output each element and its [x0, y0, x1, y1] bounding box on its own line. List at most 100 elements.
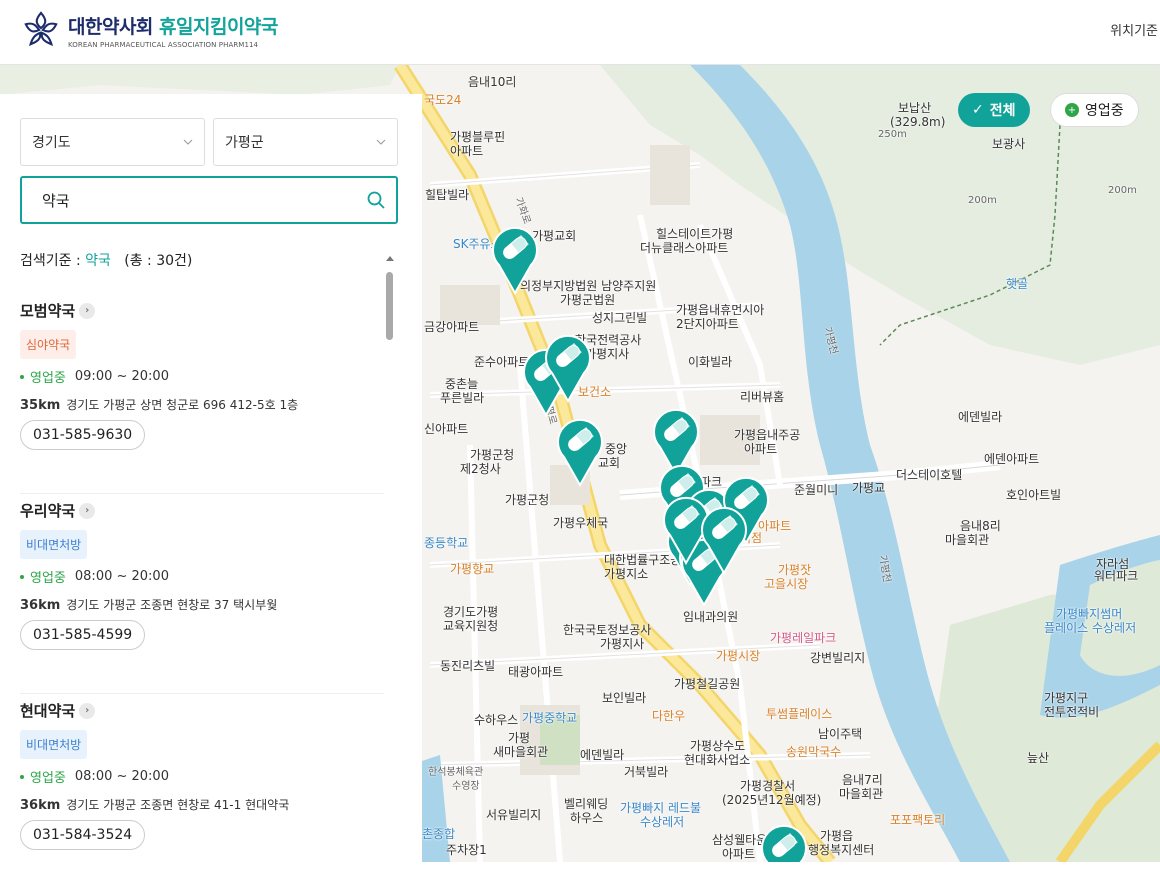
scroll-up-icon[interactable]	[386, 256, 394, 261]
business-hours: 영업중 08:00 ~ 20:00	[20, 767, 169, 786]
open-dot-icon	[20, 574, 24, 579]
distance: 35km	[20, 398, 61, 413]
map-label: 고을시장	[764, 577, 809, 591]
map-label: 가평시장	[716, 649, 761, 663]
list-item[interactable]: 현대약국 › 비대면처방 영업중 08:00 ~ 20:00 36km 경기도 가…	[20, 694, 384, 894]
map-label: 에덴빌라	[958, 410, 1003, 424]
pharmacy-pin-icon[interactable]	[544, 333, 592, 403]
map-label: 한국국토정보공사	[563, 623, 652, 637]
scroll-thumb[interactable]	[386, 272, 393, 340]
map-label: 마을회관	[839, 787, 884, 801]
map-label: 푸른빌라	[440, 391, 485, 405]
map-label: 중앙	[605, 442, 628, 456]
province-select[interactable]: 경기도	[20, 118, 205, 166]
hours-text: 08:00 ~ 20:00	[74, 569, 169, 584]
search-panel: 경기도 가평군 검색기준 : 약국 (총 : 30건) 모범약국 › 심야약국 …	[0, 94, 422, 862]
map-label: 플레이스 수상레저	[1044, 621, 1137, 635]
map-label: 아파트	[744, 442, 778, 456]
map-label: 힐탑빌라	[425, 188, 470, 202]
map-label: 국도24	[424, 93, 462, 107]
phone-button[interactable]: 031-584-3524	[20, 820, 146, 850]
map-label: 새마을회관	[493, 745, 549, 759]
criteria-prefix: 검색기준 :	[20, 253, 86, 269]
map-label: 전투전적비	[1044, 705, 1100, 719]
list-item[interactable]: 모범약국 › 심야약국 영업중 09:00 ~ 20:00 35km 경기도 가평…	[20, 294, 384, 494]
map-label: 금강아파트	[424, 320, 480, 334]
map-label: 다한우	[652, 709, 686, 723]
map-label: 행정복지센터	[808, 843, 875, 857]
map-label: 강변빌리지	[810, 651, 866, 665]
map-label: 가평군법원	[560, 293, 616, 307]
filter-all-label: 전체	[989, 103, 1016, 119]
district-value: 가평군	[225, 135, 264, 151]
pharmacy-pin-icon[interactable]	[556, 417, 604, 487]
map-label: 신아파트	[424, 422, 469, 436]
chevron-down-icon	[376, 139, 386, 145]
map-label: 마을회관	[945, 533, 990, 547]
list-item[interactable]: 우리약국 › 비대면처방 영업중 08:00 ~ 20:00 36km 경기도 가…	[20, 494, 384, 694]
map-label: 워터파크	[1094, 569, 1139, 583]
map-label: 경기도가평	[443, 605, 499, 619]
logo[interactable]: 대한약사회 휴일지킴이약국 KOREAN PHARMACEUTICAL ASSO…	[22, 10, 278, 50]
map-label: 가평상수도	[690, 739, 746, 753]
map-label: 에덴빌라	[580, 748, 625, 762]
district-select[interactable]: 가평군	[213, 118, 398, 166]
phone-button[interactable]: 031-585-9630	[20, 420, 146, 450]
hours-text: 08:00 ~ 20:00	[74, 769, 169, 784]
app-header: 대한약사회 휴일지킴이약국 KOREAN PHARMACEUTICAL ASSO…	[0, 0, 1160, 65]
province-value: 경기도	[32, 135, 71, 151]
open-status: 영업중	[30, 371, 66, 386]
business-hours: 영업중 09:00 ~ 20:00	[20, 367, 169, 386]
address-text: 경기도 가평군 상면 청군로 696 412-5호 1층	[66, 398, 299, 412]
map-label: 음내7리	[842, 773, 883, 787]
map-label: 교육지원청	[443, 619, 499, 633]
pharmacy-pin-icon[interactable]	[491, 225, 539, 295]
pharmacy-name-text: 모범약국	[20, 302, 76, 320]
pharmacy-name[interactable]: 우리약국 ›	[20, 500, 96, 521]
map-label: 음내8리	[960, 519, 1001, 533]
search-icon[interactable]	[366, 190, 386, 210]
map-label: 가평향교	[450, 562, 495, 576]
chevron-right-icon: ›	[79, 302, 96, 319]
chevron-down-icon	[183, 139, 193, 145]
map-label: 가평빠지썸머	[1056, 607, 1123, 621]
pharmacy-name[interactable]: 현대약국 ›	[20, 700, 96, 721]
pharmacy-pin-icon[interactable]	[760, 823, 808, 862]
pharmacy-name-text: 현대약국	[20, 702, 76, 720]
business-hours: 영업중 08:00 ~ 20:00	[20, 567, 169, 586]
map-label: 의정부지방법원 남양주지원	[520, 279, 657, 293]
location-basis-button[interactable]: 위치기준	[1110, 20, 1158, 39]
map-label: 수상레저	[640, 815, 685, 829]
map-label: 리버뷰홈	[740, 390, 785, 404]
map-label: 서유빌리지	[486, 808, 542, 822]
map-label: 햇골	[1006, 277, 1029, 291]
map-label: 준수아파트	[474, 355, 530, 369]
map-label: 수하우스	[474, 713, 519, 727]
search-input[interactable]	[42, 191, 366, 209]
criteria-total: (총 : 30건)	[124, 253, 193, 269]
filter-all-chip[interactable]: ✓ 전체	[958, 93, 1030, 127]
chevron-right-icon: ›	[79, 502, 96, 519]
map-label: 가평경찰서	[740, 779, 796, 793]
map-label: 호인아트빌	[1006, 488, 1062, 502]
pharmacy-pin-icon[interactable]	[700, 505, 748, 575]
map-label: 성지그린빌	[592, 311, 648, 325]
phone-button[interactable]: 031-585-4599	[20, 620, 146, 650]
map-label: 남이주택	[818, 727, 863, 741]
pharmacy-name[interactable]: 모범약국 ›	[20, 300, 96, 321]
filter-open-chip[interactable]: + 영업중	[1050, 93, 1139, 127]
kpa-logo-icon	[24, 11, 58, 46]
address-text: 경기도 가평군 조종면 현창로 41-1 현대약국	[66, 798, 290, 812]
map-label: 가평지구	[1044, 691, 1089, 705]
distance: 36km	[20, 598, 61, 613]
map-label: 더뉴클래스아파트	[640, 241, 729, 255]
pharmacy-list: 모범약국 › 심야약국 영업중 09:00 ~ 20:00 35km 경기도 가평…	[20, 294, 384, 894]
map-label: 가평잣	[778, 563, 812, 577]
list-scrollbar[interactable]	[384, 256, 396, 862]
map-label: 현대화사업소	[684, 753, 751, 767]
map-label: 보인빌라	[602, 691, 647, 705]
site-title-main: 대한약사회	[68, 15, 153, 38]
map-label: 촌종합	[422, 827, 456, 841]
map-label: 포포팩토리	[890, 813, 946, 827]
open-status: 영업중	[30, 771, 66, 786]
